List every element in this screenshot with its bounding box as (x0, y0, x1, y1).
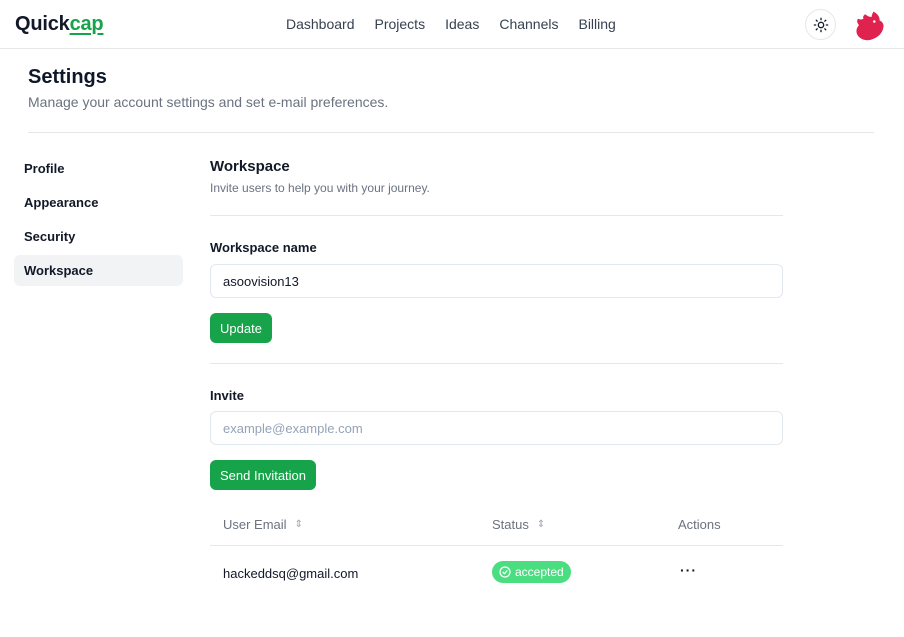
section-description: Invite users to help you with your journ… (210, 181, 430, 195)
send-invitation-button[interactable]: Send Invitation (210, 460, 317, 490)
status-text: accepted (515, 565, 564, 579)
check-circle-icon (499, 566, 511, 578)
section-title: Workspace (210, 158, 290, 175)
app-logo[interactable]: Quickcap (15, 13, 104, 36)
sort-icon: ⇕ (294, 519, 303, 530)
more-horizontal-icon[interactable]: ··· (680, 562, 697, 578)
nav-billing[interactable]: Billing (578, 16, 615, 32)
table-row: hackeddsq@gmail.com accepted ··· (210, 546, 783, 600)
sidebar-item-appearance[interactable]: Appearance (14, 187, 183, 218)
nav-channels[interactable]: Channels (499, 16, 558, 32)
page-subtitle: Manage your account settings and set e-m… (28, 94, 389, 110)
column-actions: Actions (678, 517, 721, 532)
workspace-name-label: Workspace name (210, 240, 317, 255)
sidebar-item-workspace[interactable]: Workspace (14, 255, 183, 286)
logo-text: Quick (15, 13, 70, 35)
column-label: Status (492, 517, 529, 532)
column-status[interactable]: Status ⇕ (492, 517, 545, 532)
top-bar: Quickcap Dashboard Projects Ideas Channe… (0, 0, 904, 49)
sun-icon (813, 17, 828, 32)
divider (210, 215, 783, 216)
workspace-name-input[interactable] (210, 264, 783, 298)
settings-sidebar: Profile Appearance Security Workspace (14, 153, 183, 289)
update-button[interactable]: Update (210, 313, 272, 343)
status-badge: accepted (492, 561, 571, 583)
nav-dashboard[interactable]: Dashboard (286, 16, 355, 32)
logo-accent-text: cap (69, 13, 104, 35)
table-header: User Email ⇕ Status ⇕ Actions (210, 504, 783, 546)
page-title: Settings (28, 66, 107, 88)
column-user-email[interactable]: User Email ⇕ (223, 517, 303, 532)
user-email-cell: hackeddsq@gmail.com (223, 566, 359, 581)
divider (28, 132, 874, 133)
nav-projects[interactable]: Projects (375, 16, 426, 32)
invite-label: Invite (210, 388, 244, 403)
divider (210, 363, 783, 364)
nav-ideas[interactable]: Ideas (445, 16, 479, 32)
sidebar-item-security[interactable]: Security (14, 221, 183, 252)
sort-icon: ⇕ (536, 519, 546, 530)
column-label: Actions (678, 517, 721, 532)
invite-email-input[interactable] (210, 411, 783, 445)
main-nav: Dashboard Projects Ideas Channels Billin… (286, 16, 616, 32)
sidebar-item-profile[interactable]: Profile (14, 153, 183, 184)
avatar[interactable] (850, 8, 886, 44)
theme-toggle-button[interactable] (805, 9, 836, 40)
column-label: User Email (223, 517, 287, 532)
